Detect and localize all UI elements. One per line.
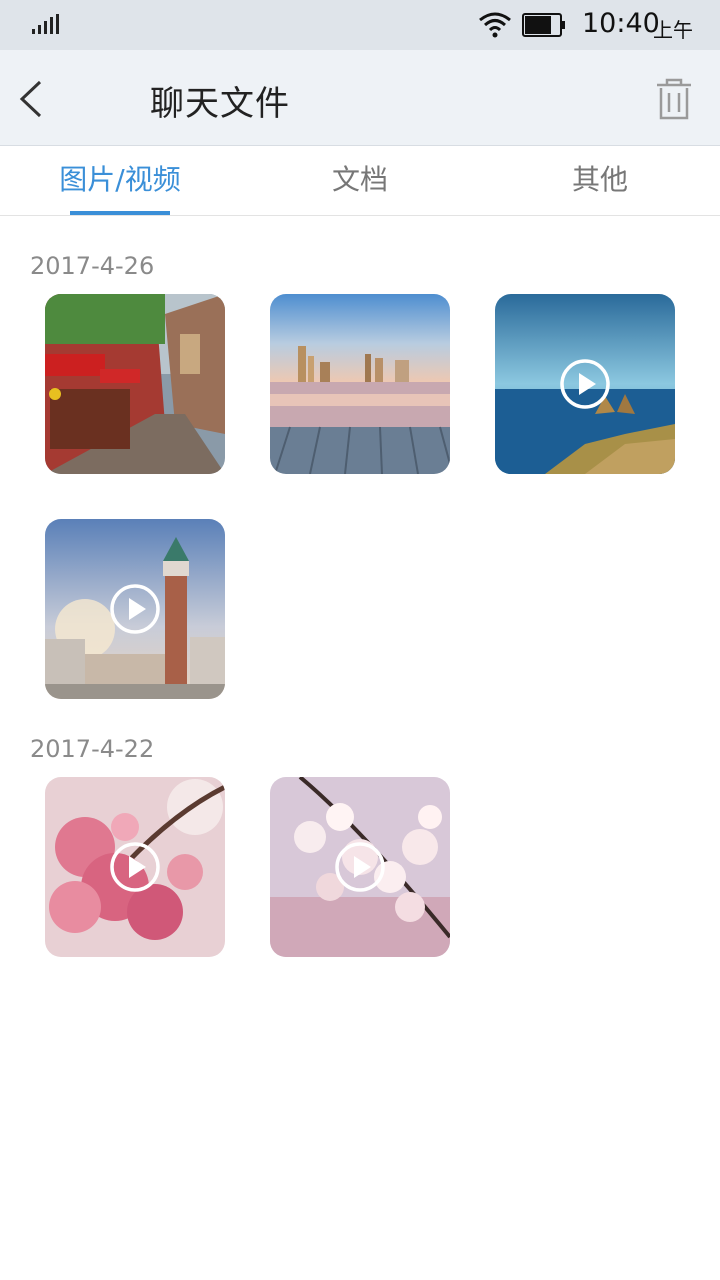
tab-documents[interactable]: 文档 bbox=[240, 146, 480, 216]
city-pier-image bbox=[270, 294, 450, 474]
video-thumbnail[interactable] bbox=[495, 294, 675, 474]
image-thumbnail[interactable] bbox=[45, 294, 225, 474]
status-ampm: 上午 bbox=[653, 18, 693, 42]
battery-icon bbox=[522, 13, 565, 37]
wifi-icon bbox=[479, 12, 511, 38]
status-bar: 10:40 上午 bbox=[0, 0, 720, 50]
play-icon bbox=[110, 584, 160, 634]
video-thumbnail[interactable] bbox=[45, 777, 225, 957]
tab-images-videos[interactable]: 图片/视频 bbox=[0, 146, 240, 216]
video-thumbnail[interactable] bbox=[45, 519, 225, 699]
play-icon bbox=[335, 842, 385, 892]
image-thumbnail[interactable] bbox=[270, 294, 450, 474]
page-title: 聊天文件 bbox=[150, 84, 290, 124]
back-arrow-icon[interactable] bbox=[12, 74, 52, 124]
tab-other[interactable]: 其他 bbox=[480, 146, 720, 216]
signal-icon bbox=[32, 14, 60, 34]
title-bar: 聊天文件 bbox=[0, 50, 720, 146]
play-icon bbox=[560, 359, 610, 409]
active-tab-indicator bbox=[70, 211, 170, 215]
status-time: 10:40 bbox=[582, 8, 660, 39]
tab-bar: 图片/视频 文档 其他 bbox=[0, 146, 720, 216]
street-scene-image bbox=[45, 294, 225, 474]
date-label: 2017-4-26 bbox=[30, 252, 155, 280]
date-label: 2017-4-22 bbox=[30, 735, 155, 763]
play-icon bbox=[110, 842, 160, 892]
video-thumbnail[interactable] bbox=[270, 777, 450, 957]
trash-icon[interactable] bbox=[654, 78, 694, 122]
